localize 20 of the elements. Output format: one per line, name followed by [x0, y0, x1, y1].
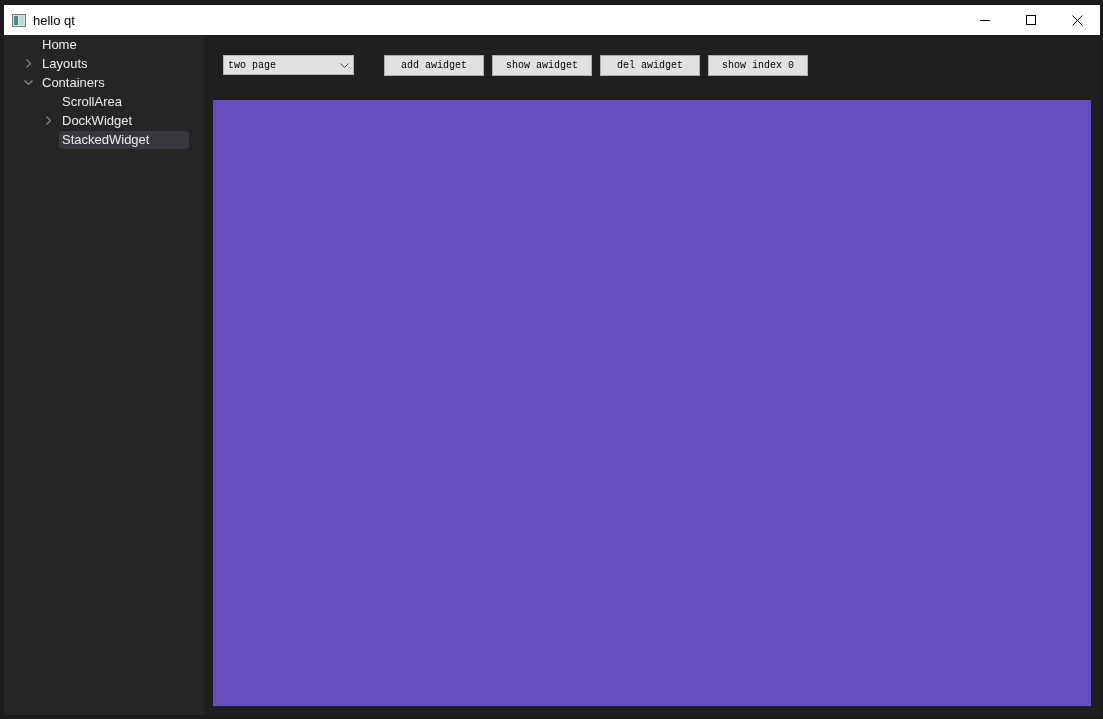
- tree-item[interactable]: Home: [42, 35, 77, 54]
- chevron-down-icon[interactable]: [24, 80, 33, 85]
- minimize-icon: [980, 19, 990, 21]
- chevron-right-icon[interactable]: [26, 59, 31, 68]
- close-icon: [1071, 14, 1083, 26]
- maximize-icon: [1026, 15, 1036, 25]
- window-title: hello qt: [33, 13, 75, 27]
- app-window-icon: [12, 13, 26, 27]
- action-button[interactable]: del awidget: [600, 55, 700, 76]
- tree-item[interactable]: Layouts: [42, 54, 88, 73]
- chevron-right-icon[interactable]: [46, 116, 51, 125]
- action-button[interactable]: show index 0: [708, 55, 808, 76]
- tree-item[interactable]: ScrollArea: [62, 92, 122, 111]
- action-button[interactable]: show awidget: [492, 55, 592, 76]
- tree-item[interactable]: StackedWidget: [59, 130, 189, 149]
- chevron-down-icon: [340, 62, 349, 68]
- tree-item[interactable]: DockWidget: [62, 111, 133, 130]
- tree-item[interactable]: Containers: [42, 73, 105, 92]
- action-button[interactable]: add awidget: [384, 55, 484, 76]
- page-dropdown[interactable]: two page: [223, 55, 354, 75]
